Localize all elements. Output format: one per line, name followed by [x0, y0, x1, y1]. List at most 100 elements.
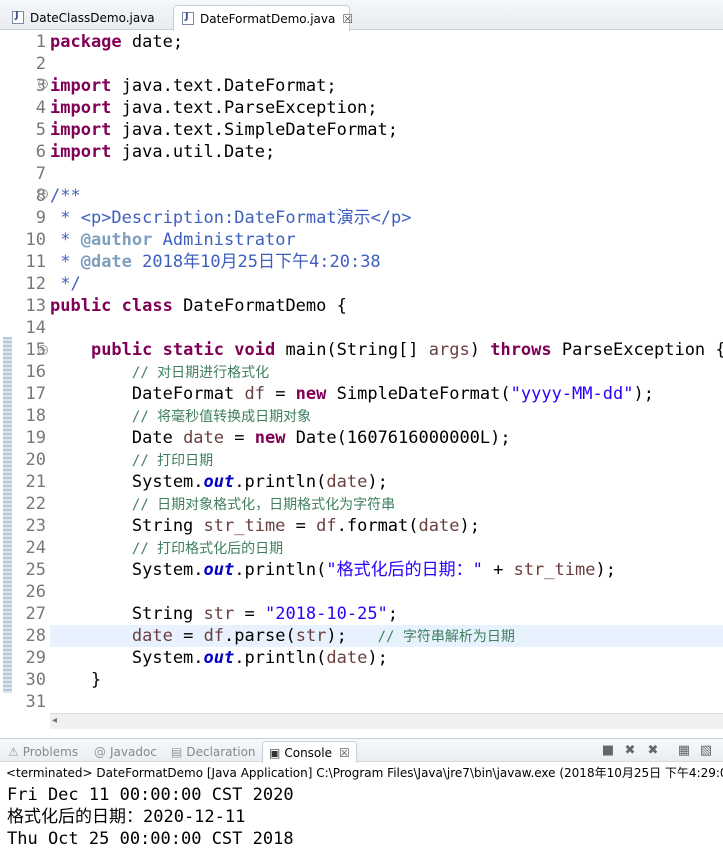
- close-icon[interactable]: ☒: [342, 12, 353, 26]
- code-line[interactable]: // 打印日期: [50, 449, 723, 471]
- code-line[interactable]: */: [50, 273, 723, 295]
- tab-problems[interactable]: ⚠ Problems: [8, 741, 78, 763]
- console-output-line: 格式化后的日期：2020-12-11: [7, 807, 246, 827]
- line-number: 10: [25, 230, 46, 250]
- code-line[interactable]: System.out.println(date);: [50, 471, 723, 493]
- line-number: 25: [25, 560, 46, 580]
- code-line[interactable]: [50, 53, 723, 75]
- code-line[interactable]: // 打印格式化后的日期: [50, 537, 723, 559]
- code-line[interactable]: [50, 317, 723, 339]
- code-line[interactable]: * <p>Description:DateFormat演示</p>: [50, 207, 723, 229]
- console-status-line: <terminated> DateFormatDemo [Java Applic…: [6, 766, 723, 780]
- tab-javadoc[interactable]: @ Javadoc: [94, 741, 157, 763]
- code-line[interactable]: [50, 691, 723, 713]
- code-token: .println(: [234, 648, 327, 668]
- code-token: // 字符串解析为日期: [377, 629, 515, 645]
- scroll-lock-icon[interactable]: ▧: [698, 743, 714, 759]
- line-number: 5: [35, 120, 46, 140]
- tab-console[interactable]: ▣ Console ☒: [262, 741, 357, 763]
- code-line[interactable]: // 对日期进行格式化: [50, 361, 723, 383]
- fold-collapse-icon[interactable]: −: [38, 345, 48, 356]
- code-token: // 打印格式化后的日期: [131, 541, 284, 557]
- code-token: new: [295, 384, 327, 404]
- code-token: *: [50, 230, 81, 250]
- remove-all-terminated-icon[interactable]: ✖: [645, 743, 661, 759]
- tab-dateformatdemo[interactable]: DateFormatDemo.java ☒: [173, 5, 353, 31]
- code-token: ;: [387, 604, 399, 624]
- code-token: str_time: [513, 560, 596, 580]
- code-line[interactable]: import java.text.ParseException;: [50, 97, 723, 119]
- line-number: 23: [25, 516, 46, 536]
- tab-declaration[interactable]: ▤ Declaration: [171, 741, 256, 763]
- code-token: import: [50, 98, 112, 118]
- code-line[interactable]: import java.text.DateFormat;: [50, 75, 723, 97]
- code-line[interactable]: date = df.parse(str); // 字符串解析为日期: [50, 625, 723, 647]
- code-line[interactable]: package date;: [50, 31, 723, 53]
- horizontal-scrollbar[interactable]: ◂: [50, 713, 723, 729]
- code-token: );: [326, 626, 378, 646]
- code-line[interactable]: System.out.println(date);: [50, 647, 723, 669]
- code-line[interactable]: public class DateFormatDemo {: [50, 295, 723, 317]
- console-output[interactable]: Fri Dec 11 00:00:00 CST 2020 格式化后的日期：202…: [7, 784, 723, 850]
- code-token: date: [131, 626, 173, 646]
- code-line[interactable]: * @author Administrator: [50, 229, 723, 251]
- code-token: java.text.SimpleDateFormat;: [111, 120, 398, 140]
- clear-console-icon[interactable]: ▦: [676, 743, 692, 759]
- code-token: Date(1607616000000L);: [285, 428, 511, 448]
- code-token: System.: [50, 472, 204, 492]
- tab-label: Problems: [22, 745, 79, 759]
- code-token: *: [50, 252, 81, 272]
- code-line[interactable]: public static void main(String[] args) t…: [50, 339, 723, 361]
- code-line[interactable]: /**: [50, 185, 723, 207]
- code-line[interactable]: * @date 2018年10月25日下午4:20:38: [50, 251, 723, 273]
- code-line[interactable]: Date date = new Date(1607616000000L);: [50, 427, 723, 449]
- code-token: str_time: [203, 516, 286, 536]
- code-line[interactable]: }: [50, 669, 723, 691]
- code-line[interactable]: import java.util.Date;: [50, 141, 723, 163]
- code-token: throws: [490, 340, 552, 360]
- code-token: "yyyy-MM-dd": [510, 384, 634, 404]
- code-token: // 日期对象格式化，日期格式化为字符串: [131, 497, 396, 513]
- code-token: ParseException {: [551, 340, 723, 360]
- line-number: 1: [35, 32, 46, 52]
- close-icon[interactable]: ☒: [339, 746, 350, 760]
- remove-launch-icon[interactable]: ✖: [622, 743, 638, 759]
- line-number: 21: [25, 472, 46, 492]
- code-line[interactable]: DateFormat df = new SimpleDateFormat("yy…: [50, 383, 723, 405]
- code-line[interactable]: // 日期对象格式化，日期格式化为字符串: [50, 493, 723, 515]
- code-token: );: [367, 472, 388, 492]
- code-token: +: [482, 560, 514, 580]
- code-line[interactable]: // 将毫秒值转换成日期对象: [50, 405, 723, 427]
- code-token: String: [50, 516, 204, 536]
- code-token: // 将毫秒值转换成日期对象: [131, 409, 312, 425]
- code-token: System.: [50, 560, 204, 580]
- code-editor[interactable]: 1 2 3 4 5 6 7 8 9 10 11 12 13 14 15 16 17 18 19 20 21 22 23 24 2…: [0, 31, 723, 729]
- tab-dateclassdemo[interactable]: DateClassDemo.java: [4, 5, 170, 30]
- code-token: args: [428, 340, 470, 360]
- code-line[interactable]: String str = "2018-10-25";: [50, 603, 723, 625]
- code-line[interactable]: [50, 163, 723, 185]
- line-number: 30: [25, 670, 46, 690]
- code-token: // 对日期进行格式化: [131, 365, 270, 381]
- code-token: =: [285, 516, 317, 536]
- code-token: class: [121, 296, 173, 316]
- code-token: void: [234, 340, 276, 360]
- fold-collapse-icon[interactable]: −: [38, 79, 48, 90]
- line-number: 11: [25, 252, 46, 272]
- code-line[interactable]: System.out.println("格式化后的日期：" + str_time…: [50, 559, 723, 581]
- line-number: 13: [25, 296, 46, 316]
- terminate-icon[interactable]: ■: [600, 743, 616, 759]
- code-token: SimpleDateFormat(: [326, 384, 511, 404]
- code-line[interactable]: String str_time = df.format(date);: [50, 515, 723, 537]
- code-line[interactable]: [50, 581, 723, 603]
- fold-collapse-icon[interactable]: −: [38, 189, 48, 200]
- code-token: .println(: [234, 560, 327, 580]
- line-number: 6: [35, 142, 46, 162]
- line-number: 12: [25, 274, 46, 294]
- scroll-left-icon[interactable]: ◂: [52, 715, 57, 726]
- code-line[interactable]: import java.text.SimpleDateFormat;: [50, 119, 723, 141]
